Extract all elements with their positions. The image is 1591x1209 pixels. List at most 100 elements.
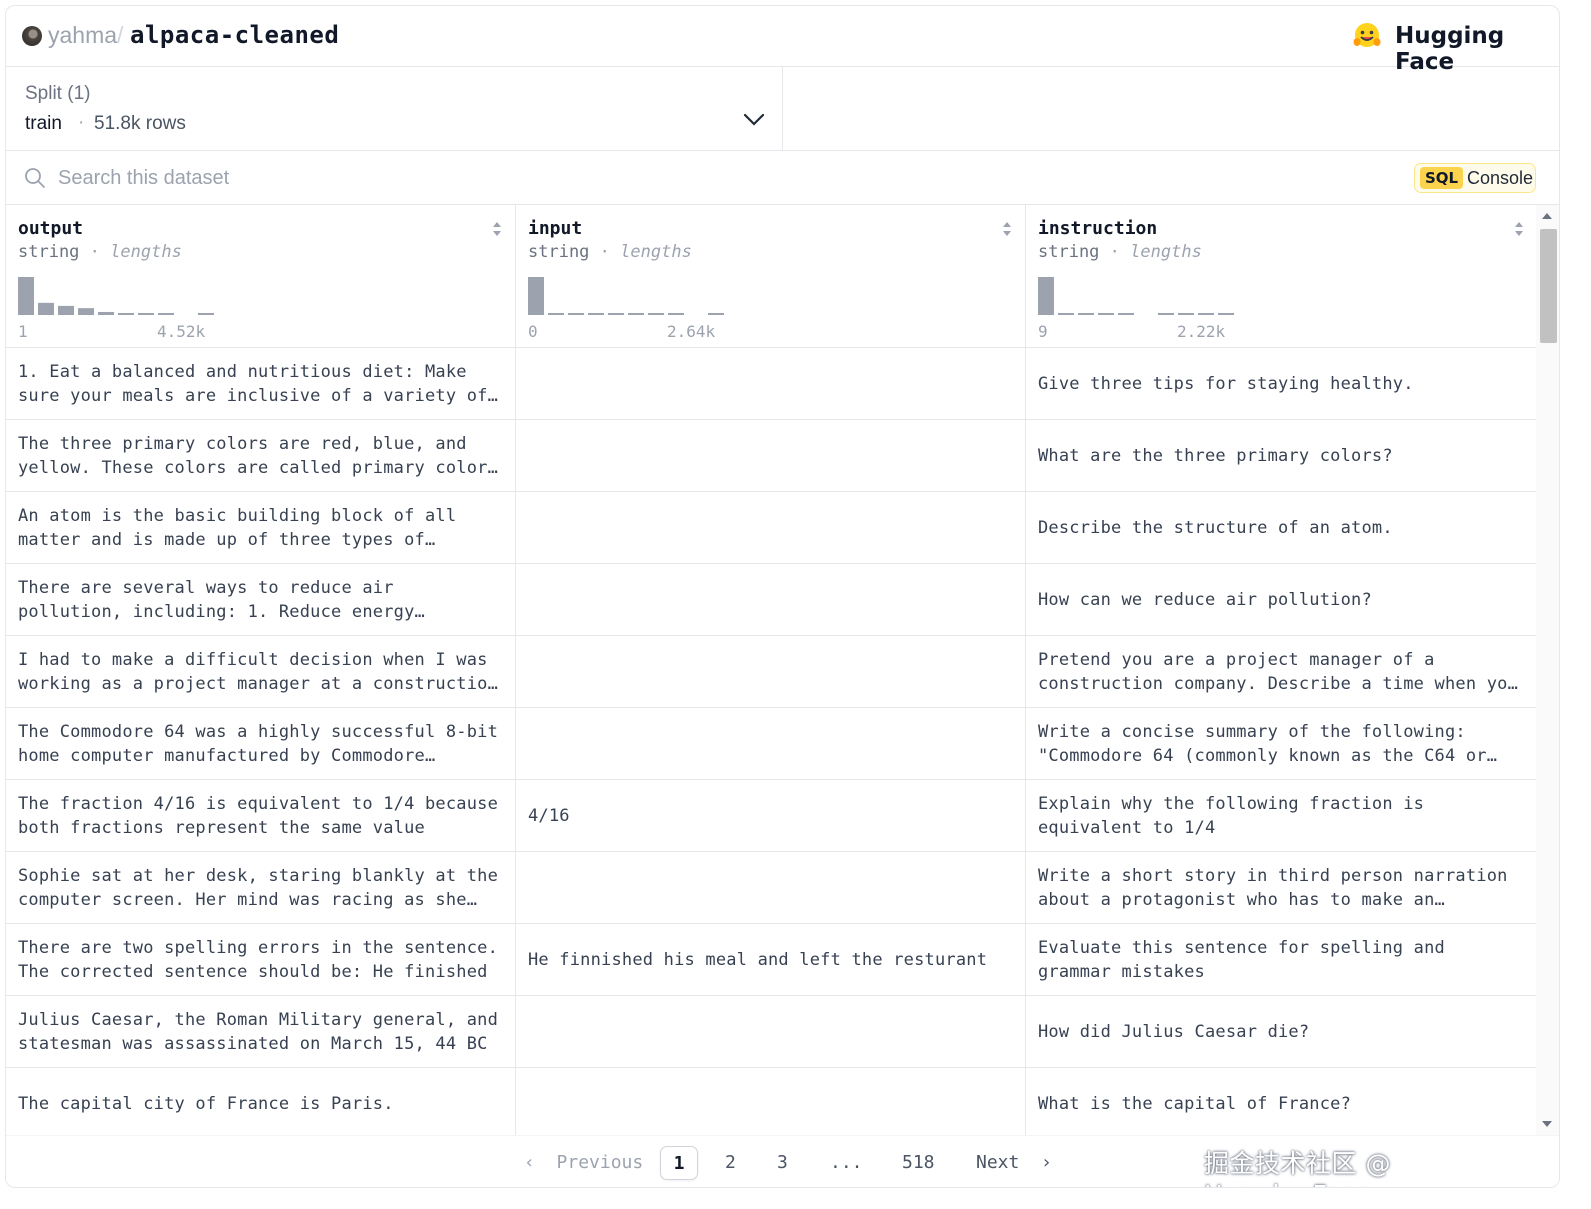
table-row[interactable]: 1. Eat a balanced and nutritious diet: M… xyxy=(6,348,1536,420)
table-row[interactable]: Julius Caesar, the Roman Military genera… xyxy=(6,996,1536,1068)
table-scrollbar[interactable] xyxy=(1536,205,1559,1135)
previous-page-button[interactable]: ‹ Previous xyxy=(524,1146,643,1180)
table-cell-input[interactable] xyxy=(516,996,1025,1067)
table-cell-input[interactable] xyxy=(516,852,1025,923)
table-cell-input[interactable] xyxy=(516,708,1025,779)
histogram-bar[interactable] xyxy=(1218,313,1234,315)
repo-link[interactable]: alpaca-cleaned xyxy=(130,21,339,49)
histogram-bar[interactable] xyxy=(708,313,724,315)
page-3-button[interactable]: 3 xyxy=(777,1146,788,1180)
scroll-down-arrow-icon[interactable] xyxy=(1542,1121,1552,1127)
histogram-bar[interactable] xyxy=(1158,313,1174,315)
hugging-face-logo-icon[interactable] xyxy=(1352,22,1382,50)
table-cell-output[interactable]: The fraction 4/16 is equivalent to 1/4 b… xyxy=(6,780,515,851)
table-cell-input[interactable] xyxy=(516,636,1025,707)
histogram-bar[interactable] xyxy=(1038,277,1054,315)
sql-console-button[interactable]: SQL Console xyxy=(1414,163,1536,193)
chevron-down-icon[interactable] xyxy=(743,113,765,127)
table-cell-input[interactable]: 4/16 xyxy=(516,780,1025,851)
split-selector[interactable]: Split (1) train · 51.8k rows xyxy=(6,67,783,151)
table-row[interactable]: The Commodore 64 was a highly successful… xyxy=(6,708,1536,780)
table-row[interactable]: The fraction 4/16 is equivalent to 1/4 b… xyxy=(6,780,1536,852)
histogram-bar[interactable] xyxy=(1098,313,1114,315)
histogram-bar[interactable] xyxy=(138,313,154,315)
table-cell-input[interactable] xyxy=(516,564,1025,635)
table-cell-input[interactable] xyxy=(516,492,1025,563)
page-518-button[interactable]: 518 xyxy=(902,1146,935,1180)
histogram-bar[interactable] xyxy=(548,313,564,315)
table-cell-output[interactable]: The Commodore 64 was a highly successful… xyxy=(6,708,515,779)
column-header-input[interactable]: input string · lengths 0 2.64k xyxy=(516,205,1025,348)
table-row[interactable]: I had to make a difficult decision when … xyxy=(6,636,1536,708)
histogram-bar[interactable] xyxy=(588,313,604,315)
histogram-bar[interactable] xyxy=(1178,313,1194,315)
table-cell-input[interactable]: He finnished his meal and left the restu… xyxy=(516,924,1025,995)
page-1-button[interactable]: 1 xyxy=(660,1146,698,1180)
column-divider[interactable] xyxy=(515,205,516,1135)
owner-avatar[interactable] xyxy=(22,26,42,46)
table-cell-input[interactable] xyxy=(516,1068,1025,1135)
next-page-button[interactable]: Next › xyxy=(976,1146,1052,1180)
histogram-bar[interactable] xyxy=(158,313,174,315)
table-cell-instruction[interactable]: Evaluate this sentence for spelling and … xyxy=(1026,924,1536,995)
sort-icon[interactable] xyxy=(490,219,504,239)
column-header-output[interactable]: output string · lengths 1 4.52k xyxy=(6,205,515,348)
histogram-bar[interactable] xyxy=(528,277,544,315)
table-row[interactable]: The three primary colors are red, blue, … xyxy=(6,420,1536,492)
page-2-button[interactable]: 2 xyxy=(725,1146,736,1180)
histogram-bar[interactable] xyxy=(1198,313,1214,315)
sort-icon[interactable] xyxy=(1512,219,1526,239)
histogram-bar[interactable] xyxy=(608,313,624,315)
table-cell-instruction[interactable]: Pretend you are a project manager of a c… xyxy=(1026,636,1536,707)
table-cell-output[interactable]: There are several ways to reduce air pol… xyxy=(6,564,515,635)
table-cell-output[interactable]: An atom is the basic building block of a… xyxy=(6,492,515,563)
table-cell-instruction[interactable]: What is the capital of France? xyxy=(1026,1068,1536,1135)
histogram-bar[interactable] xyxy=(78,308,94,315)
table-cell-instruction[interactable]: How did Julius Caesar die? xyxy=(1026,996,1536,1067)
table-cell-output[interactable]: The capital city of France is Paris. xyxy=(6,1068,515,1135)
sort-icon[interactable] xyxy=(1000,219,1014,239)
histogram-bar[interactable] xyxy=(1058,313,1074,315)
table-cell-input[interactable] xyxy=(516,348,1025,419)
length-histogram[interactable] xyxy=(1038,277,1238,317)
histogram-bar[interactable] xyxy=(58,305,74,315)
histogram-bar[interactable] xyxy=(198,313,214,315)
table-cell-instruction[interactable]: Give three tips for staying healthy. xyxy=(1026,348,1536,419)
table-row[interactable]: There are two spelling errors in the sen… xyxy=(6,924,1536,996)
table-cell-output[interactable]: The three primary colors are red, blue, … xyxy=(6,420,515,491)
histogram-bar[interactable] xyxy=(98,311,114,315)
table-cell-output[interactable]: Julius Caesar, the Roman Military genera… xyxy=(6,996,515,1067)
scrollbar-thumb[interactable] xyxy=(1540,229,1557,343)
owner-link[interactable]: yahma xyxy=(48,22,117,49)
table-cell-output[interactable]: 1. Eat a balanced and nutritious diet: M… xyxy=(6,348,515,419)
histogram-bar[interactable] xyxy=(1078,313,1094,315)
search-input[interactable] xyxy=(58,162,658,194)
histogram-bar[interactable] xyxy=(668,313,684,315)
table-row[interactable]: There are several ways to reduce air pol… xyxy=(6,564,1536,636)
histogram-bar[interactable] xyxy=(568,313,584,315)
table-cell-instruction[interactable]: Explain why the following fraction is eq… xyxy=(1026,780,1536,851)
table-row[interactable]: The capital city of France is Paris. What… xyxy=(6,1068,1536,1135)
table-cell-output[interactable]: I had to make a difficult decision when … xyxy=(6,636,515,707)
length-histogram[interactable] xyxy=(528,277,728,317)
table-cell-input[interactable] xyxy=(516,420,1025,491)
column-header-instruction[interactable]: instruction string · lengths 9 2.22k xyxy=(1026,205,1536,348)
table-cell-instruction[interactable]: Write a short story in third person narr… xyxy=(1026,852,1536,923)
table-cell-instruction[interactable]: How can we reduce air pollution? xyxy=(1026,564,1536,635)
length-histogram[interactable] xyxy=(18,277,218,317)
table-row[interactable]: An atom is the basic building block of a… xyxy=(6,492,1536,564)
table-cell-output[interactable]: Sophie sat at her desk, staring blankly … xyxy=(6,852,515,923)
table-cell-instruction[interactable]: What are the three primary colors? xyxy=(1026,420,1536,491)
histogram-bar[interactable] xyxy=(118,313,134,315)
histogram-bar[interactable] xyxy=(1118,313,1134,315)
column-divider[interactable] xyxy=(1025,205,1026,1135)
scroll-up-arrow-icon[interactable] xyxy=(1542,213,1552,219)
table-cell-output[interactable]: There are two spelling errors in the sen… xyxy=(6,924,515,995)
histogram-bar[interactable] xyxy=(18,277,34,315)
table-cell-instruction[interactable]: Write a concise summary of the following… xyxy=(1026,708,1536,779)
histogram-bar[interactable] xyxy=(628,313,644,315)
table-cell-instruction[interactable]: Describe the structure of an atom. xyxy=(1026,492,1536,563)
histogram-bar[interactable] xyxy=(648,313,664,315)
histogram-bar[interactable] xyxy=(38,302,54,315)
table-row[interactable]: Sophie sat at her desk, staring blankly … xyxy=(6,852,1536,924)
